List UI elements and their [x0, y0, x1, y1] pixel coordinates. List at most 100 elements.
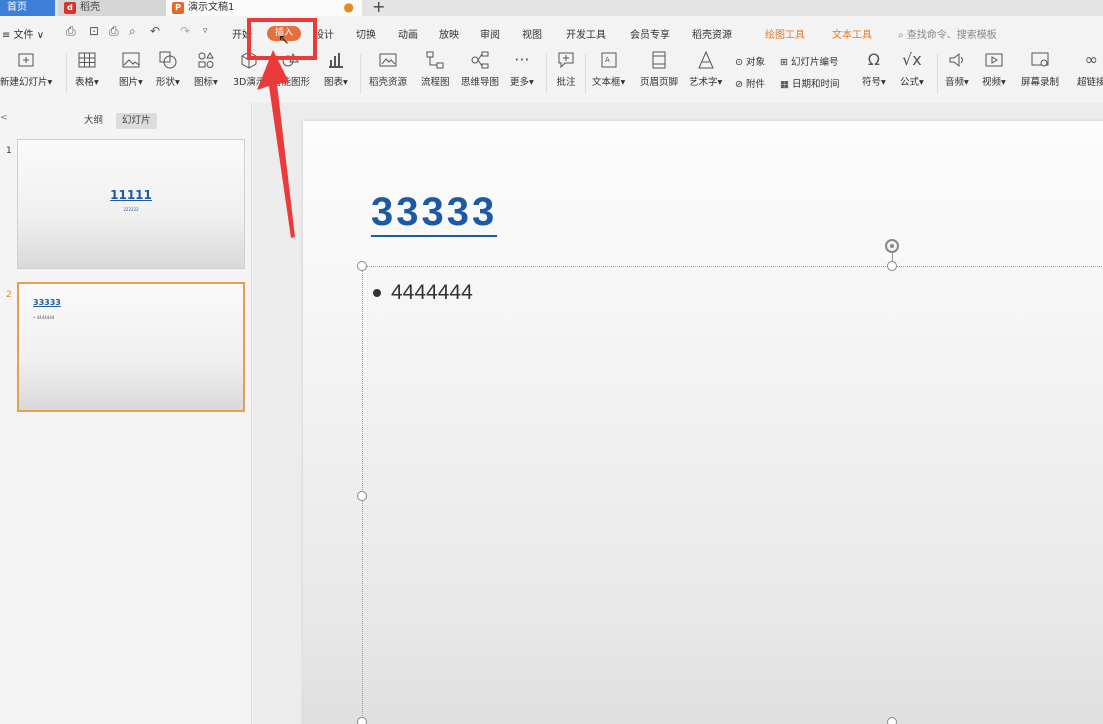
resize-handle-top-middle[interactable] [887, 261, 897, 271]
content-textbox[interactable]: 4444444 [362, 266, 1103, 724]
icon-library-icon [195, 50, 217, 70]
menu-developer[interactable]: 开发工具 [566, 26, 606, 41]
menu-transition[interactable]: 切换 [356, 26, 376, 41]
slide-thumbnail-2[interactable]: 33333 • 4444444 [17, 282, 245, 412]
header-footer-button[interactable]: 页眉页脚 [640, 50, 678, 88]
header-footer-label: 页眉页脚 [640, 77, 679, 88]
presentation-logo-icon: P [172, 2, 184, 14]
audio-button[interactable]: 音频▾ [945, 50, 969, 88]
tab-bar: 首页 d 稻壳 P 演示文稿1 ● + [0, 0, 1103, 16]
shell-resource-label: 稻壳资源 [369, 77, 408, 88]
menu-animation[interactable]: 动画 [398, 26, 418, 41]
file-menu[interactable]: ≡ 文件 ∨ [2, 26, 44, 41]
ribbon-separator [585, 54, 586, 94]
tab-slides[interactable]: 幻灯片 [116, 113, 157, 129]
menu-text-tools[interactable]: 文本工具 [832, 26, 872, 41]
screen-record-button[interactable]: 屏幕录制 [1021, 50, 1059, 88]
wordart-icon [695, 50, 717, 70]
attachment-button[interactable]: ⊘ 附件 [735, 76, 765, 90]
resize-handle-bottom-left[interactable] [357, 717, 367, 724]
slide-number-button[interactable]: ⊞ 幻灯片编号 [780, 54, 839, 68]
new-tab-button[interactable]: + [372, 0, 385, 16]
object-icon: ⊙ [735, 57, 743, 68]
flowchart-button[interactable]: 流程图 [421, 50, 450, 88]
date-time-button[interactable]: ▦ 日期和时间 [780, 76, 840, 90]
current-slide[interactable]: 33333 4444444 [303, 121, 1103, 724]
slide-panel: < 大纲 幻灯片 1 11111 222222 2 33333 • 444444… [0, 103, 252, 724]
ribbon-insert: 新建幻灯片▾ 表格▾ 图片▾ 形状▾ 图标▾ 3D演示 智能图形 图表▾ 稻壳资… [0, 46, 1103, 100]
mindmap-button[interactable]: 思维导图 [461, 50, 499, 88]
video-icon [983, 50, 1005, 70]
menu-review[interactable]: 审阅 [480, 26, 500, 41]
flowchart-label: 流程图 [421, 77, 450, 88]
symbol-button[interactable]: Ω 符号▾ [862, 50, 886, 88]
tab-outline[interactable]: 大纲 [78, 113, 109, 129]
hyperlink-button[interactable]: ∞ 超链接 [1077, 50, 1103, 88]
video-label: 视频 [982, 77, 1002, 88]
screen-record-icon [1029, 50, 1051, 70]
command-search[interactable]: ⌕ 查找命令、搜索模板 [898, 26, 997, 41]
shell-resource-button[interactable]: 稻壳资源 [369, 50, 407, 88]
slide-title[interactable]: 33333 [371, 189, 498, 237]
formula-icon: √x [902, 50, 922, 69]
table-label: 表格 [75, 77, 95, 88]
collapse-panel-icon[interactable]: < [0, 113, 8, 123]
resize-handle-bottom-middle[interactable] [887, 717, 897, 724]
tab-shell[interactable]: d 稻壳 [58, 0, 168, 16]
resize-handle-top-left[interactable] [357, 261, 367, 271]
textbox-button[interactable]: A 文本框▾ [592, 50, 625, 88]
undo-icon[interactable]: ↶ [150, 24, 160, 38]
print-icon[interactable]: ⎙ [109, 24, 119, 39]
resize-handle-middle-left[interactable] [357, 491, 367, 501]
slide-thumbnail-1[interactable]: 11111 222222 [17, 139, 245, 269]
mouse-cursor-icon: ↖ [278, 32, 290, 48]
tab-document[interactable]: P 演示文稿1 ● [166, 0, 362, 16]
symbol-label: 符号 [862, 77, 882, 88]
textbox-label: 文本框 [592, 77, 621, 88]
export-icon[interactable]: ⊡ [89, 24, 99, 38]
bullet-text: 4444444 [391, 281, 473, 304]
menu-member[interactable]: 会员专享 [630, 26, 670, 41]
formula-label: 公式 [900, 77, 920, 88]
omega-icon: Ω [867, 50, 880, 69]
rotate-handle-icon[interactable] [885, 239, 899, 253]
tab-home[interactable]: 首页 [0, 0, 55, 16]
bullet-item[interactable]: 4444444 [373, 281, 473, 305]
table-icon [76, 50, 98, 70]
icon-button[interactable]: 图标▾ [194, 50, 218, 88]
menu-drawing-tools[interactable]: 绘图工具 [765, 26, 805, 41]
more-button[interactable]: ··· 更多▾ [510, 50, 534, 88]
table-button[interactable]: 表格▾ [75, 50, 99, 88]
new-slide-label: 新建幻灯片 [0, 77, 48, 88]
chart-button[interactable]: 图表▾ [324, 50, 348, 88]
preview-icon[interactable]: ⌕ [129, 24, 136, 39]
wordart-button[interactable]: 艺术字▾ [689, 50, 722, 88]
slide-number-1: 1 [6, 146, 12, 156]
menu-slideshow[interactable]: 放映 [439, 26, 459, 41]
menu-shell-resource[interactable]: 稻壳资源 [692, 26, 732, 41]
redo-icon[interactable]: ↷ [180, 24, 190, 38]
editing-canvas: 33333 4444444 [253, 103, 1103, 724]
tab-document-label: 演示文稿1 [188, 2, 235, 13]
quick-access-dropdown-icon[interactable]: ▿ [203, 26, 208, 36]
new-slide-icon [15, 50, 37, 70]
new-slide-button[interactable]: 新建幻灯片▾ [0, 50, 52, 88]
thumbnail-title: 33333 [33, 298, 61, 307]
picture-button[interactable]: 图片▾ [119, 50, 143, 88]
screen-record-label: 屏幕录制 [1021, 77, 1060, 88]
picture-icon [120, 50, 142, 70]
shape-button[interactable]: 形状▾ [156, 50, 180, 88]
more-label: 更多 [510, 77, 530, 88]
menu-design[interactable]: 设计 [314, 26, 334, 41]
video-button[interactable]: 视频▾ [982, 50, 1006, 88]
more-icon: ··· [514, 50, 530, 69]
comment-button[interactable]: 批注 [555, 50, 577, 88]
dropdown-caret-icon: ▾ [47, 77, 53, 88]
object-button[interactable]: ⊙ 对象 [735, 54, 765, 68]
paperclip-icon: ⊘ [735, 79, 743, 90]
chart-label: 图表 [324, 77, 344, 88]
save-icon[interactable]: ⎙ [66, 24, 76, 39]
resource-icon [377, 50, 399, 70]
formula-button[interactable]: √x 公式▾ [900, 50, 924, 88]
menu-view[interactable]: 视图 [522, 26, 542, 41]
